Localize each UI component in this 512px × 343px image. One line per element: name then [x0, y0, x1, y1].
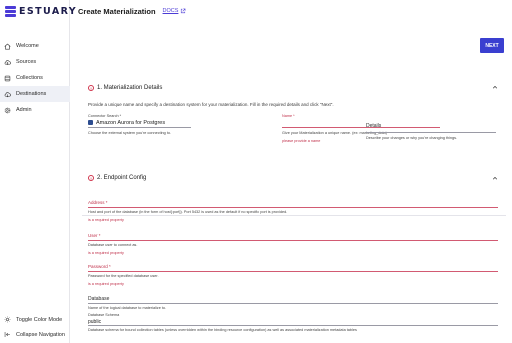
password-field[interactable]: Password * Password for the specified da… [88, 264, 498, 286]
sidebar-item-admin[interactable]: Admin [0, 102, 70, 118]
logo-text: ESTUARY [19, 5, 78, 17]
sidebar-nav: Welcome Sources Collections Destinations [0, 38, 70, 118]
toggle-color-mode-label: Toggle Color Mode [16, 316, 63, 323]
sidebar-bottom: Toggle Color Mode Collapse Navigation [0, 312, 70, 342]
sidebar-item-label: Admin [16, 107, 32, 113]
collapse-navigation-button[interactable]: Collapse Navigation [0, 327, 70, 342]
materialization-details-header[interactable]: ! 1. Materialization Details [88, 83, 162, 93]
user-field[interactable]: User * Database user to connect as. is a… [88, 233, 498, 255]
address-help: Host and port of the database (in the fo… [88, 210, 288, 214]
chevron-up-icon[interactable] [492, 84, 498, 90]
database-schema-help: Database schema for bound collection tab… [88, 328, 357, 332]
sidebar-item-label: Destinations [16, 91, 47, 97]
collapse-icon [4, 331, 11, 338]
user-error: is a required property [88, 251, 124, 255]
connector-search-help: Choose the external system you're connec… [88, 131, 172, 135]
logo-mark-icon [5, 5, 16, 17]
address-field[interactable]: Address * Host and port of the database … [88, 200, 498, 222]
user-input[interactable] [88, 238, 498, 241]
page-title: Create Materialization [78, 6, 156, 16]
sidebar-item-destinations[interactable]: Destinations [0, 86, 70, 102]
logo[interactable]: ESTUARY [5, 4, 77, 18]
details-label: Details [366, 123, 382, 129]
docs-link[interactable]: DOCS [163, 8, 187, 14]
section-title: 1. Materialization Details [97, 85, 163, 91]
password-error: is a required property [88, 282, 124, 286]
database-label: Database [88, 296, 110, 302]
cloud-upload-icon [4, 59, 11, 66]
sidebar-item-collections[interactable]: Collections [0, 70, 70, 86]
connector-search-input[interactable]: Amazon Aurora for Postgres [88, 118, 191, 128]
connector-search-field[interactable]: Connector Search * Amazon Aurora for Pos… [88, 114, 191, 135]
external-link-icon [181, 8, 186, 14]
address-error: is a required property [88, 218, 124, 222]
error-icon: ! [88, 175, 94, 181]
password-help: Password for the specified database user… [88, 274, 159, 278]
password-input[interactable] [88, 269, 498, 272]
endpoint-config-header[interactable]: ! 2. Endpoint Config [88, 173, 146, 183]
sidebar-item-sources[interactable]: Sources [0, 54, 70, 70]
home-icon [4, 43, 11, 50]
collapse-navigation-label: Collapse Navigation [16, 331, 65, 338]
toggle-color-mode-button[interactable]: Toggle Color Mode [0, 312, 70, 327]
database-input[interactable] [88, 303, 498, 304]
user-help: Database user to connect as. [88, 243, 138, 247]
sidebar-item-welcome[interactable]: Welcome [0, 38, 70, 54]
aurora-logo-icon [88, 120, 93, 125]
database-schema-field[interactable]: Database Schema public Database schema f… [88, 313, 498, 332]
details-input[interactable] [366, 132, 496, 133]
details-field[interactable]: Details Describe your changes or why you… [366, 123, 496, 140]
database-schema-input[interactable]: public [88, 317, 498, 326]
database-icon [4, 75, 11, 82]
next-button[interactable]: NEXT [480, 38, 504, 53]
gear-icon [4, 107, 11, 114]
sun-icon [4, 316, 11, 323]
details-help: Describe your changes or why you're chan… [366, 136, 458, 140]
address-input[interactable] [88, 205, 498, 208]
section-title: 2. Endpoint Config [97, 175, 147, 181]
database-field[interactable]: Database Name of the logical database to… [88, 296, 498, 310]
page-header: Create Materialization DOCS [70, 0, 512, 22]
chevron-up-icon[interactable] [492, 175, 498, 181]
sidebar-item-label: Collections [16, 75, 43, 81]
cloud-download-icon [4, 91, 11, 98]
app-root: ESTUARY Welcome Sources Collections Dest… [0, 0, 512, 343]
sidebar-item-label: Sources [16, 59, 37, 65]
endpoint-config-section: ! 2. Endpoint Config Address * Host and … [82, 170, 506, 343]
sidebar-item-label: Welcome [16, 43, 39, 49]
connector-search-value: Amazon Aurora for Postgres [96, 119, 166, 126]
error-icon: ! [88, 85, 94, 91]
section-intro: Provide a unique name and specify a dest… [88, 102, 334, 107]
docs-link-label: DOCS [162, 8, 179, 14]
sidebar: ESTUARY Welcome Sources Collections Dest… [0, 0, 76, 343]
database-help: Name of the logical database to material… [88, 306, 167, 310]
